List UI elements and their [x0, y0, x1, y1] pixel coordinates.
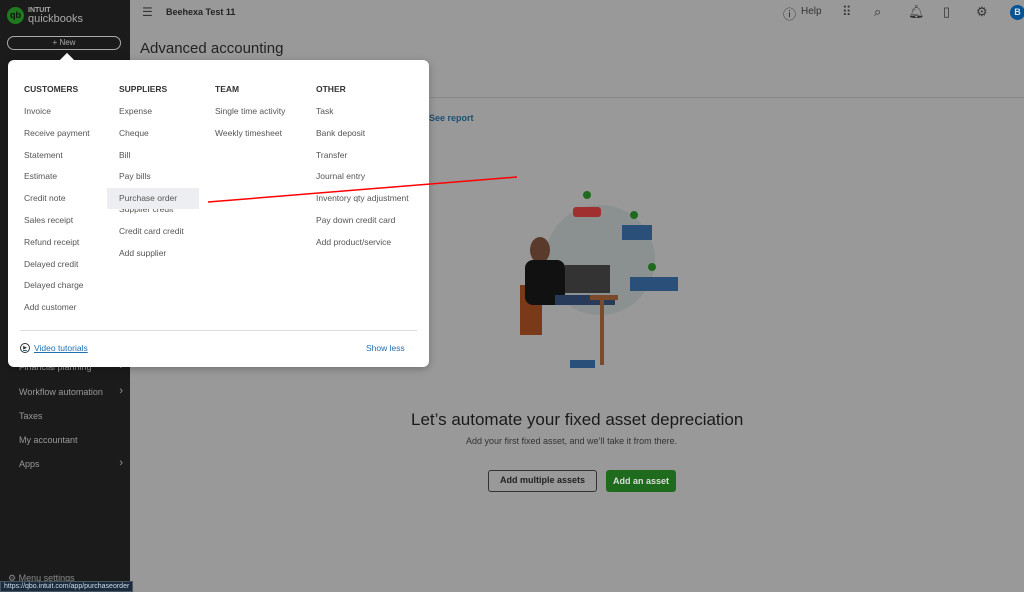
menu-item-receive-payment[interactable]: Receive payment — [24, 128, 90, 150]
menu-item-inventory-qty-adjustment[interactable]: Inventory qty adjustment — [316, 193, 409, 215]
search-icon[interactable]: ⌕ — [874, 4, 881, 20]
top-bar: ☰ Beehexa Test 11 — [130, 0, 1024, 26]
menu-item-add-product-service[interactable]: Add product/service — [316, 237, 409, 259]
menu-item-task[interactable]: Task — [316, 106, 409, 128]
menu-item-sales-receipt[interactable]: Sales receipt — [24, 215, 90, 237]
sidebar-item-label: Apps — [19, 459, 40, 469]
sidebar-item-taxes[interactable]: Taxes — [19, 411, 127, 421]
add-multiple-assets-button[interactable]: Add multiple assets — [488, 470, 597, 492]
menu-item-add-customer[interactable]: Add customer — [24, 302, 90, 324]
sidebar-item-my-accountant[interactable]: My accountant — [19, 435, 127, 445]
status-bar-url: https://qbo.intuit.com/app/purchaseorder — [0, 581, 134, 592]
sidebar-item-label: My accountant — [19, 435, 78, 445]
menu-column-heading: SUPPLIERS — [119, 84, 168, 94]
show-less-button[interactable]: Show less — [366, 343, 405, 353]
play-icon: ▶ — [20, 343, 30, 353]
divider — [20, 330, 417, 331]
menu-item-single-time-activity[interactable]: Single time activity — [215, 106, 285, 128]
video-tutorials-label: Video tutorials — [34, 343, 88, 353]
menu-column-heading: TEAM — [215, 84, 240, 94]
divider — [430, 97, 1024, 98]
menu-item-transfer[interactable]: Transfer — [316, 150, 409, 172]
sidebar-item-apps[interactable]: Apps › — [19, 457, 127, 469]
sidebar-item-workflow-automation[interactable]: Workflow automation › — [19, 385, 127, 397]
help-icon[interactable]: ⓘ — [783, 4, 796, 23]
menu-item-credit-note[interactable]: Credit note — [24, 193, 90, 215]
menu-column-suppliers: SUPPLIERS Expense Cheque Bill Pay bills Purch… — [107, 84, 199, 270]
gear-icon[interactable]: ⚙ — [976, 4, 988, 20]
menu-item-expense[interactable]: Expense — [119, 106, 199, 128]
menu-item-statement[interactable]: Statement — [24, 150, 90, 172]
menu-column-other: OTHER Task Bank deposit Transfer Journal ent… — [316, 84, 409, 259]
menu-item-journal-entry[interactable]: Journal entry — [316, 171, 409, 193]
menu-item-weekly-timesheet[interactable]: Weekly timesheet — [215, 128, 285, 150]
avatar[interactable]: B — [1010, 5, 1024, 20]
menu-item-pay-down-credit-card[interactable]: Pay down credit card — [316, 215, 409, 237]
see-report-link[interactable]: See report — [429, 113, 474, 123]
qb-logo-icon: qb — [7, 6, 24, 24]
menu-column-heading: OTHER — [316, 84, 346, 94]
menu-item-estimate[interactable]: Estimate — [24, 171, 90, 193]
empty-state-subtitle: Add your first fixed asset, and we’ll ta… — [466, 436, 678, 446]
menu-collapse-icon[interactable]: ☰ — [142, 5, 153, 19]
new-menu-popup: CUSTOMERS Invoice Receive payment Statement… — [8, 52, 429, 367]
fixed-asset-illustration — [520, 191, 678, 368]
sidebar-item-label: Workflow automation — [19, 387, 103, 397]
menu-item-cheque[interactable]: Cheque — [119, 128, 199, 150]
logo-product: quickbooks — [28, 13, 84, 25]
chevron-right-icon: › — [119, 385, 123, 397]
add-asset-button[interactable]: Add an asset — [606, 470, 676, 492]
menu-item-bill[interactable]: Bill — [119, 150, 199, 172]
clipboard-icon[interactable]: ▯ — [943, 4, 950, 20]
menu-item-purchase-order[interactable]: Purchase order — [107, 188, 199, 210]
menu-item-add-supplier[interactable]: Add supplier — [119, 248, 199, 270]
help-button[interactable]: Help — [801, 6, 822, 17]
sidebar-item-label: Taxes — [19, 411, 43, 421]
empty-state-title: Let’s automate your fixed asset deprecia… — [411, 410, 744, 429]
menu-item-invoice[interactable]: Invoice — [24, 106, 90, 128]
page-title: Advanced accounting — [140, 40, 284, 57]
menu-column-heading: CUSTOMERS — [24, 84, 79, 94]
menu-item-bank-deposit[interactable]: Bank deposit — [316, 128, 409, 150]
menu-item-credit-card-credit[interactable]: Credit card credit — [119, 226, 199, 248]
bell-icon[interactable]: 🔔︎ — [908, 4, 925, 20]
quickbooks-logo[interactable]: qb INTUIT quickbooks — [7, 6, 84, 25]
company-name: Beehexa Test 11 — [166, 7, 236, 17]
video-tutorials-link[interactable]: ▶ Video tutorials — [20, 343, 88, 353]
menu-item-delayed-credit[interactable]: Delayed credit — [24, 259, 90, 281]
menu-column-team: TEAM Single time activity Weekly timesheet — [215, 84, 285, 150]
menu-column-customers: CUSTOMERS Invoice Receive payment Statement… — [24, 84, 90, 324]
menu-item-refund-receipt[interactable]: Refund receipt — [24, 237, 90, 259]
chevron-right-icon: › — [119, 457, 123, 469]
apps-grid-icon[interactable]: ⠿ — [842, 4, 852, 20]
menu-item-delayed-charge[interactable]: Delayed charge — [24, 280, 90, 302]
new-button[interactable]: + New — [7, 36, 121, 50]
